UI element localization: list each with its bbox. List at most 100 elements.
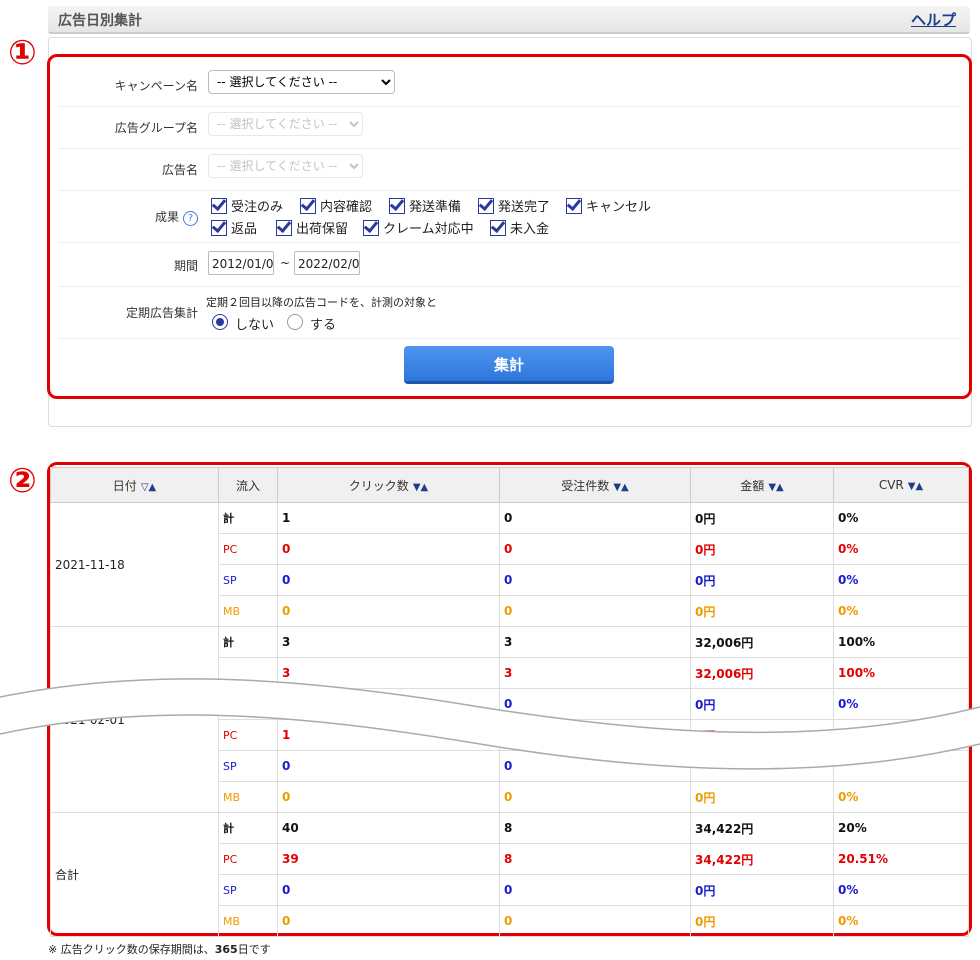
checkbox-checked-icon[interactable]	[478, 197, 494, 214]
result-option-checkbox[interactable]: 出荷保留	[276, 218, 348, 237]
orders-cell: 0	[499, 533, 691, 565]
cvr-cell: 20%	[833, 812, 969, 844]
sort-icon[interactable]: ▼▲	[613, 482, 628, 493]
sort-icon[interactable]: ▼▲	[908, 481, 923, 492]
sort-icon[interactable]: ▼▲	[768, 482, 783, 493]
amount-cell: 0円	[690, 781, 834, 813]
periodic-description: 定期２回目以降の広告コードを、計測の対象と	[206, 296, 437, 309]
help-link[interactable]: ヘルプ	[911, 9, 956, 30]
table-row: 合計計 40 8 34,422円 20%	[50, 812, 969, 937]
orders-cell: 0	[499, 502, 691, 534]
result-option-checkbox[interactable]: 返品	[211, 218, 257, 237]
orders-cell: 8	[499, 812, 691, 844]
checkbox-checked-icon[interactable]	[276, 219, 292, 236]
campaign-label: キャンペーン名	[114, 79, 198, 93]
column-header-label: 受注件数	[561, 478, 610, 493]
table-header: 日付 ▽▲ 流入 クリック数 ▼▲ 受注件数 ▼▲ 金額 ▼▲ CVR ▼▲	[50, 467, 969, 503]
flow-cell: 計	[218, 812, 278, 844]
orders-cell: 0	[499, 905, 691, 937]
aggregate-button[interactable]: 集計	[404, 346, 614, 384]
periodic-yes-label: する	[310, 318, 337, 333]
table-row: 2021-11-18 計 1 0 0円 0%	[50, 502, 969, 627]
ad-label: 広告名	[161, 163, 198, 177]
clicks-cell: 3	[277, 626, 500, 658]
flow-cell: SP	[218, 564, 278, 596]
cvr-cell: 0%	[833, 564, 969, 596]
flow-cell: MB	[218, 595, 278, 627]
clicks-cell: 0	[277, 905, 500, 937]
date-cell: 2021-11-18	[50, 502, 219, 627]
campaign-select[interactable]: -- 選択してください --	[208, 70, 395, 94]
checkbox-checked-icon[interactable]	[211, 219, 227, 236]
title-bar: 広告日別集計 ヘルプ	[48, 6, 970, 34]
table-row: 2021-02-01計3332,006円100%	[50, 626, 969, 813]
period-from-input[interactable]: 2012/01/0	[208, 251, 274, 275]
campaign-row: キャンペーン名 -- 選択してください --	[58, 66, 962, 107]
orders-cell: 8	[499, 843, 691, 875]
cvr-cell: 0%	[833, 502, 969, 534]
amount-cell: 0円	[690, 595, 834, 627]
amount-cell: 34,422円	[690, 843, 834, 875]
checkbox-checked-icon[interactable]	[389, 197, 405, 214]
ad-group-row: 広告グループ名 -- 選択してください --	[58, 106, 962, 149]
result-label: 成果	[154, 210, 179, 224]
column-header: 金額 ▼▲	[690, 467, 834, 503]
periodic-yes-radio[interactable]	[287, 314, 303, 330]
result-option-checkbox[interactable]: キャンセル	[566, 196, 651, 215]
result-option-label: 返品	[231, 222, 258, 237]
flow-cell: 計	[218, 626, 278, 658]
checkbox-checked-icon[interactable]	[566, 197, 582, 214]
column-header-label: CVR	[878, 478, 904, 492]
cvr-cell: 0%	[833, 874, 969, 906]
cvr-cell: 100%	[833, 626, 969, 658]
cvr-cell: 0%	[833, 905, 969, 937]
result-option-checkbox[interactable]: 内容確認	[300, 196, 372, 215]
column-header-label: 金額	[740, 478, 765, 493]
checkbox-checked-icon[interactable]	[300, 197, 316, 214]
result-option-checkbox[interactable]: 受注のみ	[211, 196, 283, 215]
column-header: 流入	[218, 467, 278, 503]
result-option-label: キャンセル	[586, 200, 652, 215]
result-option-label: 内容確認	[320, 200, 373, 215]
column-header: クリック数 ▼▲	[277, 467, 500, 503]
amount-cell: 32,006円	[690, 626, 834, 658]
note-suffix: 日です	[237, 943, 271, 956]
column-header-label: 流入	[235, 478, 260, 493]
result-option-label: 発送完了	[498, 200, 551, 215]
cvr-cell: 0%	[833, 533, 969, 565]
result-option-label: 受注のみ	[231, 200, 284, 215]
result-option-label: クレーム対応中	[383, 222, 474, 237]
flow-cell: MB	[218, 905, 278, 937]
period-to-input[interactable]: 2022/02/0	[294, 251, 360, 275]
column-header: 受注件数 ▼▲	[499, 467, 691, 503]
result-option-checkbox[interactable]: 発送完了	[478, 196, 550, 215]
ad-group-select[interactable]: -- 選択してください --	[208, 112, 363, 136]
ad-select[interactable]: -- 選択してください --	[208, 154, 363, 178]
wave-cut-overlay	[0, 678, 980, 770]
sort-icon[interactable]: ▽▲	[141, 482, 156, 493]
result-row: 成果? 受注のみ 内容確認 発送準備 発送完了 キャンセル返品 出荷保留 クレーム対応中 未入…	[58, 190, 962, 243]
result-option-checkbox[interactable]: クレーム対応中	[363, 218, 474, 237]
result-option-checkbox[interactable]: 未入金	[490, 218, 549, 237]
question-icon[interactable]: ?	[183, 211, 198, 226]
note-days: 365	[214, 943, 238, 956]
clicks-cell: 0	[277, 595, 500, 627]
checkbox-checked-icon[interactable]	[211, 197, 227, 214]
amount-cell: 0円	[690, 564, 834, 596]
amount-cell: 0円	[690, 533, 834, 565]
checkbox-checked-icon[interactable]	[363, 219, 379, 236]
orders-cell: 0	[499, 781, 691, 813]
periodic-row: 定期広告集計 定期２回目以降の広告コードを、計測の対象と しない する	[58, 286, 962, 339]
orders-cell: 0	[499, 564, 691, 596]
clicks-cell: 0	[277, 781, 500, 813]
clicks-cell: 0	[277, 564, 500, 596]
result-option-label: 出荷保留	[296, 222, 349, 237]
sort-icon[interactable]: ▼▲	[413, 482, 428, 493]
periodic-no-radio[interactable]	[212, 314, 228, 330]
clicks-cell: 1	[277, 502, 500, 534]
clicks-cell: 0	[277, 533, 500, 565]
checkbox-checked-icon[interactable]	[490, 219, 506, 236]
result-option-checkbox[interactable]: 発送準備	[389, 196, 461, 215]
flow-cell: PC	[218, 843, 278, 875]
amount-cell: 34,422円	[690, 812, 834, 844]
